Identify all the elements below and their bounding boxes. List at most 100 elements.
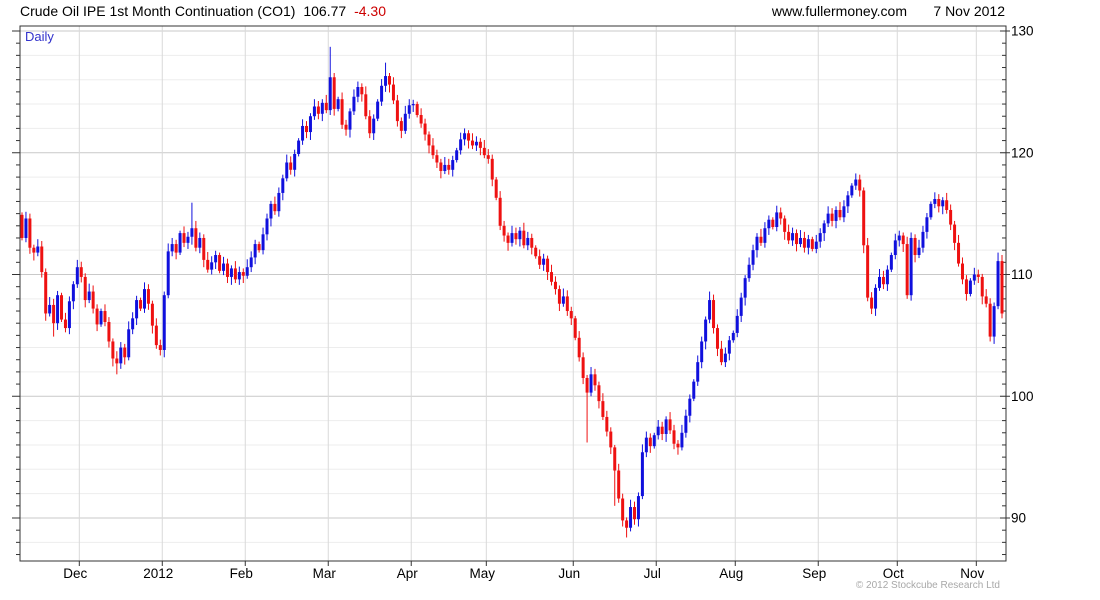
candle-down: [364, 94, 367, 116]
candle-up: [590, 374, 593, 392]
y-axis-label: 90: [1011, 511, 1026, 526]
candle-down: [914, 238, 917, 255]
candle-down: [111, 341, 114, 358]
candle-up: [692, 382, 695, 399]
candle-up: [815, 242, 818, 249]
candle-down: [613, 447, 616, 470]
candle-up: [775, 212, 778, 227]
candle-up: [653, 435, 656, 446]
candle-up: [894, 240, 897, 255]
candle-up: [657, 427, 660, 436]
candle-down: [151, 304, 154, 326]
candle-up: [443, 165, 446, 171]
candle-down: [716, 328, 719, 349]
candle-down: [649, 438, 652, 447]
candle-up: [708, 300, 711, 319]
candle-down: [617, 471, 620, 499]
y-axis-label: 110: [1011, 267, 1033, 282]
candle-down: [676, 444, 679, 448]
y-axis-label: 120: [1011, 145, 1034, 160]
candle-down: [273, 204, 276, 211]
copyright-text: © 2012 Stockcube Research Ltd: [856, 580, 1000, 591]
candle-up: [732, 333, 735, 340]
candle-up: [171, 244, 174, 251]
candle-up: [878, 277, 881, 288]
candle-down: [155, 326, 158, 345]
candle-up: [246, 267, 249, 276]
candle-down: [985, 296, 988, 303]
x-axis-month-label: Feb: [230, 566, 253, 581]
candle-down: [858, 180, 861, 191]
candle-down: [84, 277, 87, 300]
candle-down: [483, 148, 486, 155]
candle-down: [582, 357, 585, 378]
candle-up: [526, 238, 529, 245]
candle-down: [103, 311, 106, 322]
candle-up: [167, 251, 170, 295]
x-axis-month-label: 2012: [143, 566, 173, 581]
candle-up: [688, 399, 691, 416]
candle-up: [451, 160, 454, 170]
candle-down: [961, 264, 964, 280]
candle-down: [80, 267, 83, 277]
candle-down: [159, 345, 162, 350]
candle-up: [313, 106, 316, 116]
candle-down: [44, 272, 47, 313]
candle-down: [546, 259, 549, 272]
candle-up: [301, 126, 304, 141]
candle-down: [953, 225, 956, 243]
candle-up: [680, 433, 683, 448]
candle-up: [763, 228, 766, 243]
candle-down: [305, 126, 308, 132]
candle-up: [337, 99, 340, 109]
candle-down: [424, 124, 427, 135]
candle-up: [68, 301, 71, 328]
candle-down: [981, 277, 984, 296]
candle-down: [325, 103, 328, 110]
candle-up: [933, 199, 936, 204]
candle-up: [269, 204, 272, 219]
candle-up: [921, 232, 924, 248]
candle-down: [566, 296, 569, 311]
candle-up: [925, 217, 928, 232]
candle-down: [21, 215, 24, 238]
candle-up: [641, 452, 644, 496]
candle-up: [874, 288, 877, 309]
candle-down: [420, 115, 423, 124]
candle-up: [918, 248, 921, 255]
x-axis-month-label: Apr: [397, 566, 419, 581]
candle-up: [297, 141, 300, 154]
candle-down: [712, 300, 715, 328]
candle-down: [447, 165, 450, 170]
candle-up: [724, 354, 727, 363]
candle-down: [605, 417, 608, 432]
candle-up: [973, 275, 976, 281]
candle-up: [910, 238, 913, 295]
candle-up: [518, 231, 521, 240]
candle-down: [471, 141, 474, 146]
candle-down: [289, 162, 292, 169]
candle-up: [127, 329, 130, 357]
candle-up: [748, 265, 751, 278]
candle-up: [475, 142, 478, 146]
candle-down: [467, 133, 470, 140]
x-axis-month-label: Dec: [63, 566, 87, 581]
candle-down: [479, 142, 482, 148]
y-axis-label: 100: [1011, 389, 1034, 404]
candle-up: [56, 295, 59, 323]
candle-up: [408, 105, 411, 114]
candle-down: [625, 520, 628, 527]
candle-down: [495, 180, 498, 198]
candle-up: [898, 236, 901, 241]
candle-down: [333, 77, 336, 109]
candle-down: [906, 244, 909, 295]
candle-down: [400, 121, 403, 131]
candle-up: [384, 76, 387, 86]
candle-down: [92, 292, 95, 309]
candle-up: [372, 119, 375, 134]
candle-down: [360, 87, 363, 94]
candle-down: [522, 231, 525, 246]
candle-up: [941, 200, 944, 206]
candle-up: [119, 348, 122, 364]
candle-down: [902, 236, 905, 245]
